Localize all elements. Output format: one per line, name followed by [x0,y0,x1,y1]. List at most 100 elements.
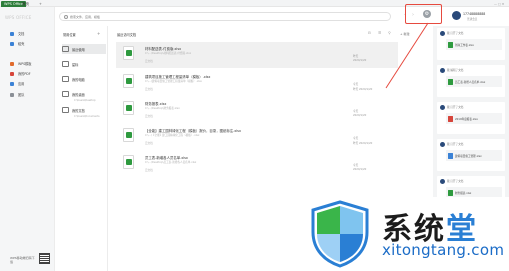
file-path: C:\...\Desktop\财务报表.xlsx [145,107,180,110]
activity-file[interactable]: 到岗工作表.xlsx [446,39,502,50]
team-icon [10,92,14,97]
folder-label: 我的电脑 [72,77,85,82]
recent-files-header: 最近访问文档 [117,33,137,37]
folder-label: 最近使用 [72,47,85,52]
folder-recent[interactable]: 最近使用 [62,44,106,54]
activity-text: 我 打开了文档 [447,32,464,35]
pdf-icon [448,115,453,122]
activity-text: 我 打开了文档 [447,143,464,146]
sidebar-item-docer[interactable]: 稻壳 [10,40,24,47]
sidebar-item-label: 我的PDF [18,72,31,76]
doc-icon [448,152,453,159]
activity-file-name: 到岗工作表.xlsx [455,43,474,47]
activity-card[interactable]: 我 打开了文档 到岗工作表.xlsx [437,28,505,60]
file-opened: 今天 [353,137,359,140]
location-panel: 常用位置 + 最近使用 星标 我的电脑 我的桌面 C:\Users\Deskto… [56,26,108,271]
spreadsheet-icon [123,74,134,88]
file-row[interactable]: 财务报表.xlsx C:\...\Desktop\财务报表.xlsx 云文档 今… [116,97,398,123]
file-opened: 今天 [353,164,359,167]
doc-icon [10,31,14,36]
spreadsheet-icon [123,101,134,115]
file-date: 2020/1/20 [353,168,367,171]
avatar [440,142,445,147]
folder-documents[interactable]: 我的文档 [62,105,106,115]
spreadsheet-icon [123,128,134,142]
qr-code-icon[interactable] [39,253,50,264]
file-date: 昨天 2020/1/20 [353,142,373,145]
shield-logo-icon [311,200,369,268]
activity-card[interactable]: 我 编辑了文档 员工表-新增人员名单.xlsx [437,65,505,97]
search-bar[interactable] [59,12,391,21]
file-row[interactable]: 员工表-新增各人员名单.xlsx C:\...\Desktop\员工表-新增各人… [116,151,398,177]
gear-icon[interactable]: ⚙ [423,10,431,18]
add-location-button[interactable]: + [97,31,100,36]
apps-icon [10,81,14,86]
template-icon [10,61,14,66]
file-tag: 云文档 [145,88,153,91]
file-opened: 今天 [353,83,359,86]
new-file-button[interactable]: + 新建 [400,32,409,36]
folder-path: C:\Users\Documents [74,115,100,118]
sidebar-item-label: 团队 [18,93,25,97]
file-row[interactable]: 【全能】建工园林绿化工程（模板）报价，目录，图纸标注.xlsx C:\...\【… [116,124,398,150]
avatar [440,31,445,36]
sidebar-item-apps[interactable]: 应用 [10,80,24,87]
sidebar-item-templates[interactable]: WPS模板 [10,60,31,67]
spreadsheet-icon [448,189,453,196]
sidebar-item-label: 应用 [18,82,25,86]
user-name[interactable]: 17748888888 [463,12,485,16]
qr-download-label: WPS移动端扫码下载 [10,256,35,264]
folder-label: 星标 [72,62,79,67]
folder-computer[interactable]: 我的电脑 [62,74,106,84]
file-path: C:\...\建筑项目施工管理工程量清单（模板）.xlsx [145,80,202,83]
window-controls[interactable]: — □ ✕ [494,2,504,6]
activity-text: 我 打开了文档 [447,180,464,183]
file-tag: 云文档 [145,115,153,118]
sidebar-item-team[interactable]: 团队 [10,91,24,98]
spreadsheet-icon [123,155,134,169]
file-opened: 昨天 [353,55,359,58]
location-header: 常用位置 [63,33,76,37]
search-icon [64,14,68,19]
activity-file-name: 建筑项目施工管理.xlsx [455,154,482,158]
folder-label: 我的文档 [72,108,85,113]
app-logo: WPS OFFICE [5,15,32,20]
activity-file[interactable]: 建筑项目施工管理.xlsx [446,150,502,161]
view-tools[interactable]: ⊟ ☰ ⚲ [368,31,394,35]
sidebar-item-label: 稻壳 [18,42,25,46]
file-opened: 今天 [353,110,359,113]
sidebar-item-label: 文档 [18,32,25,36]
folder-label: 我的桌面 [72,92,85,97]
star-icon [62,61,69,67]
folder-path: C:\Users\Desktop [74,99,96,102]
sidebar-item-label: WPS模板 [18,62,32,66]
watermark-url: xitongtang.com [382,241,505,259]
file-path: C:\...\Desktop\材料配送表-付费版.xlsx [145,52,192,55]
file-tag: 云文档 [145,60,153,63]
spreadsheet-icon [448,41,453,48]
folder-desktop[interactable]: 我的桌面 [62,89,106,99]
left-sidebar: WPS OFFICE 文档 稻壳 WPS模板 我的PDF 应用 团队 WPS移动… [0,7,55,271]
search-input[interactable] [70,14,370,19]
site-watermark: 系统堂 xitongtang.com [300,197,509,271]
file-path: C:\...\Desktop\员工表-新增各人员名单.xlsx [145,161,197,164]
sidebar-item-pdf[interactable]: 我的PDF [10,70,31,77]
activity-file-name: 2019年度报表.xlsx [455,117,478,121]
desktop-icon [62,91,69,97]
file-row[interactable]: 建筑项目施工管理工程量清单（模板）.xlsx C:\...\建筑项目施工管理工程… [116,70,398,96]
activity-text: 我 编辑了文档 [447,69,464,72]
file-row[interactable]: 材料配送表-付费版.xlsx C:\...\Desktop\材料配送表-付费版.… [116,42,398,68]
folder-icon [62,107,69,113]
star-icon [10,41,14,46]
avatar[interactable] [452,11,461,20]
activity-file-name: 员工表-新增人员名单.xlsx [455,80,486,84]
folder-starred[interactable]: 星标 [62,59,106,69]
activity-file[interactable]: 2019年度报表.xlsx [446,113,502,124]
activity-card[interactable]: 我 打开了文档 2019年度报表.xlsx [437,102,505,134]
user-membership: 普通会员 [467,18,478,21]
sidebar-item-docs[interactable]: 文档 [10,30,24,37]
activity-card[interactable]: 我 打开了文档 建筑项目施工管理.xlsx [437,139,505,171]
activity-file[interactable]: 员工表-新增人员名单.xlsx [446,76,502,87]
spreadsheet-icon [448,78,453,85]
activity-file-name: 财务报表.xlsx [455,191,472,195]
